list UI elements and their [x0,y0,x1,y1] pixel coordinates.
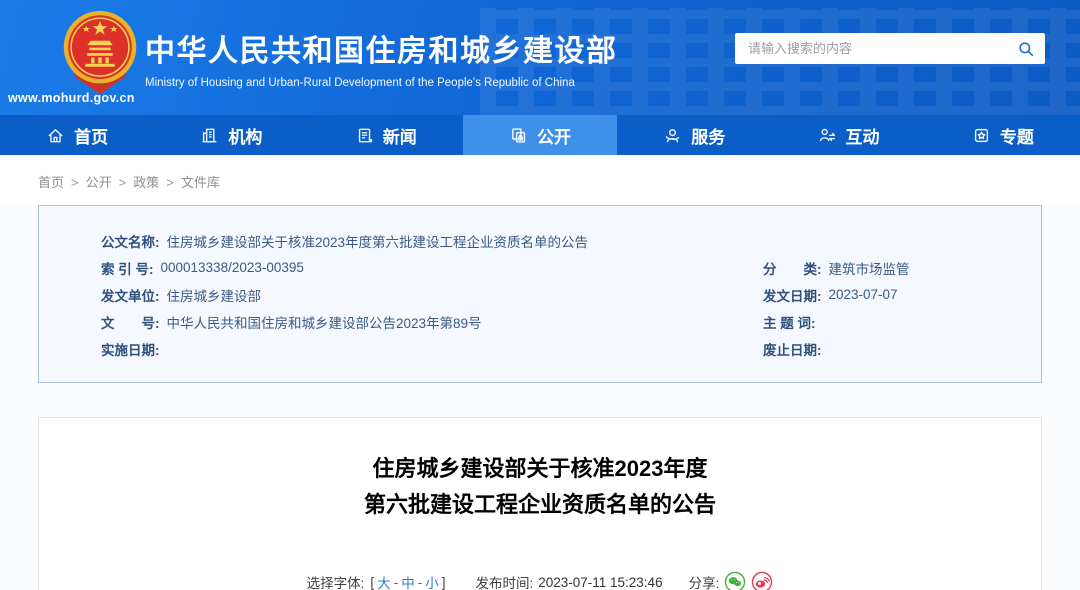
home-icon [46,126,65,145]
doc-name-value: 住房城乡建设部关于核准2023年度第六批建设工程企业资质名单的公告 [167,231,589,251]
breadcrumb-policy[interactable]: 政策 [133,175,159,190]
article-title-line2: 第六批建设工程企业资质名单的公告 [39,487,1041,523]
nav-item-organization[interactable]: 机构 [154,115,308,155]
nav-item-home[interactable]: 首页 [0,115,154,155]
publish-time-label: 发布时间: [475,572,533,590]
publish-time-value: 2023-07-11 15:23:46 [538,575,662,590]
keywords-label: 主 题 词: [763,312,816,332]
site-url: www.mohurd.gov.cn [8,91,135,105]
nav-item-interaction[interactable]: 互动 [771,115,925,155]
nav-label: 专题 [1000,123,1034,148]
weibo-icon[interactable] [751,571,773,590]
breadcrumb-home[interactable]: 首页 [38,175,64,190]
doc-number-value: 中华人民共和国住房和城乡建设部公告2023年第89号 [167,312,482,332]
repeal-date-label: 废止日期: [763,339,822,359]
article-box: 住房城乡建设部关于核准2023年度 第六批建设工程企业资质名单的公告 选择字体:… [38,417,1042,590]
issuer-label: 发文单位: [101,285,160,305]
document-info-box: 公文名称: 住房城乡建设部关于核准2023年度第六批建设工程企业资质名单的公告 … [38,205,1042,383]
dash-separator: - [394,575,399,590]
article-meta-bar: 选择字体: [ 大 - 中 - 小 ] 发布时间: 2023-07-11 15:… [39,571,1041,590]
nav-label: 公开 [537,123,571,148]
nav-item-news[interactable]: 新闻 [309,115,463,155]
service-icon [663,126,682,145]
site-header: www.mohurd.gov.cn 中华人民共和国住房和城乡建设部 Minist… [0,0,1080,115]
site-title: 中华人民共和国住房和城乡建设部 [145,26,618,70]
article-title-line1: 住房城乡建设部关于核准2023年度 [39,451,1041,487]
breadcrumb-disclosure[interactable]: 公开 [86,175,112,190]
wechat-icon[interactable] [724,571,746,590]
issue-date-label: 发文日期: [763,285,822,305]
nav-item-disclosure[interactable]: 公开 [463,115,617,155]
search-input[interactable] [735,41,1007,56]
section-gap [0,383,1080,417]
implementation-date-label: 实施日期: [101,339,160,359]
search-box [735,33,1045,64]
breadcrumb-separator: > [166,175,174,190]
organization-icon [200,126,219,145]
issuer-value: 住房城乡建设部 [167,285,262,305]
font-size-medium[interactable]: 中 [401,572,415,590]
breadcrumb: 首页 > 公开 > 政策 > 文件库 [0,155,1080,205]
issue-date-value: 2023-07-07 [829,287,898,302]
nav-label: 新闻 [383,123,417,148]
font-size-small[interactable]: 小 [425,572,439,590]
font-size-large[interactable]: 大 [377,572,391,590]
index-number-value: 000013338/2023-00395 [161,260,304,275]
category-label: 分 类: [763,258,822,278]
article-title: 住房城乡建设部关于核准2023年度 第六批建设工程企业资质名单的公告 [39,451,1041,523]
nav-label: 首页 [74,123,108,148]
index-number-label: 索 引 号: [101,258,154,278]
category-value: 建筑市场监管 [829,258,910,278]
interaction-icon [818,126,837,145]
share-label: 分享: [689,572,720,590]
nav-item-topics[interactable]: 专题 [926,115,1080,155]
bracket-open: [ [370,575,374,590]
search-icon[interactable] [1007,33,1045,64]
doc-name-label: 公文名称: [101,231,160,251]
font-size-label: 选择字体: [307,572,365,590]
nav-item-services[interactable]: 服务 [617,115,771,155]
site-subtitle-en: Ministry of Housing and Urban-Rural Deve… [145,77,618,89]
topics-icon [972,126,991,145]
bracket-close: ] [442,575,446,590]
nav-label: 互动 [846,123,880,148]
breadcrumb-library[interactable]: 文件库 [181,175,220,190]
nav-label: 服务 [691,123,725,148]
breadcrumb-separator: > [71,175,79,190]
main-nav: 首页 机构 新闻 公开 [0,115,1080,155]
breadcrumb-separator: > [119,175,127,190]
disclosure-icon [509,126,528,145]
dash-separator: - [418,575,423,590]
news-icon [355,126,374,145]
doc-number-label: 文 号: [101,312,160,332]
nav-label: 机构 [228,123,262,148]
